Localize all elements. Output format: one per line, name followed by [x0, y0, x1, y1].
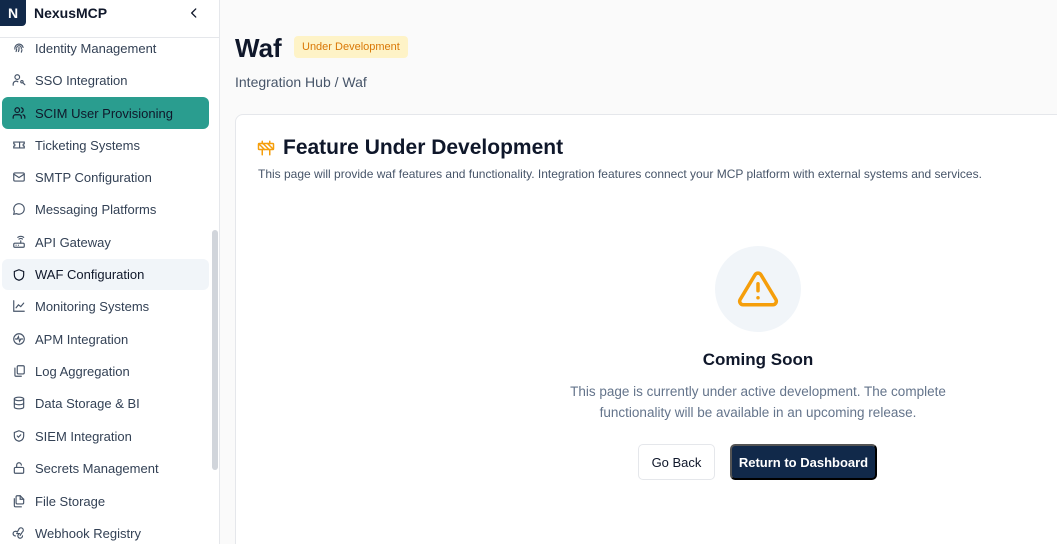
card-description: This page will provide waf features and … — [258, 167, 982, 181]
coming-soon-text-line: functionality will be available in an up… — [599, 405, 917, 420]
status-badge: Under Development — [294, 36, 408, 58]
sidebar-item-label: SIEM Integration — [35, 428, 132, 444]
sidebar-item-label: Data Storage & BI — [35, 395, 140, 411]
sidebar-item-label: SMTP Configuration — [35, 169, 152, 185]
sidebar-item-data-storage-bi[interactable]: Data Storage & BI — [2, 388, 209, 418]
users-icon — [11, 105, 27, 121]
chevron-left-icon — [191, 8, 197, 18]
sidebar-item-label: Secrets Management — [35, 460, 159, 476]
collapse-sidebar-button[interactable] — [184, 3, 204, 23]
coming-soon-text-line: This page is currently under active deve… — [570, 384, 946, 399]
breadcrumb: Integration Hub / Waf — [235, 74, 367, 90]
files-icon — [11, 363, 27, 379]
sidebar-item-file-storage[interactable]: File Storage — [2, 486, 209, 516]
sidebar-item-webhook-registry[interactable]: Webhook Registry — [2, 518, 209, 544]
sidebar-item-label: Messaging Platforms — [35, 201, 157, 217]
sidebar-item-label: Log Aggregation — [35, 363, 130, 379]
sidebar-item-secrets-management[interactable]: Secrets Management — [2, 453, 209, 483]
sidebar-item-identity-management[interactable]: Identity Management — [2, 33, 209, 63]
sidebar-item-messaging-platforms[interactable]: Messaging Platforms — [2, 194, 209, 224]
sidebar-item-log-aggregation[interactable]: Log Aggregation — [2, 356, 209, 386]
message-circle-icon — [11, 201, 27, 217]
sidebar-item-label: Monitoring Systems — [35, 298, 150, 314]
go-back-button[interactable]: Go Back — [638, 444, 715, 480]
brand-logo: N — [0, 0, 26, 26]
sidebar-item-apm-integration[interactable]: APM Integration — [2, 324, 209, 354]
coming-soon-title: Coming Soon — [702, 350, 814, 369]
feature-card: Feature Under Development This page will… — [235, 114, 1057, 544]
ticket-icon — [11, 137, 27, 153]
line-chart-icon — [11, 298, 27, 314]
webhook-icon — [11, 525, 27, 541]
sidebar-item-label: WAF Configuration — [35, 267, 145, 282]
database-icon — [11, 395, 27, 411]
sidebar-item-label: API Gateway — [35, 234, 111, 250]
coming-soon-text: This page is currently under active deve… — [548, 381, 968, 423]
fingerprint-icon — [11, 40, 27, 56]
warning-badge — [715, 246, 801, 332]
sidebar-item-label: SSO Integration — [35, 72, 128, 88]
sidebar: N NexusMCP Identity Management SSO Integ… — [0, 0, 220, 544]
user-key-icon — [11, 72, 27, 88]
page-title: Waf — [235, 33, 282, 63]
sidebar-item-scim-user-provisioning[interactable]: SCIM User Provisioning — [2, 97, 209, 129]
sidebar-item-sso-integration[interactable]: SSO Integration — [2, 65, 209, 95]
construction-icon — [257, 139, 275, 157]
sidebar-item-waf-configuration[interactable]: WAF Configuration — [2, 259, 209, 290]
lock-icon — [11, 460, 27, 476]
sidebar-item-ticketing-systems[interactable]: Ticketing Systems — [2, 130, 209, 160]
sidebar-item-label: APM Integration — [35, 331, 129, 347]
activity-circle-icon — [11, 331, 27, 347]
sidebar-scrollbar[interactable] — [212, 230, 218, 470]
card-title: Feature Under Development — [283, 136, 564, 159]
brand-name: NexusMCP — [34, 5, 108, 21]
sidebar-item-smtp-configuration[interactable]: SMTP Configuration — [2, 162, 209, 192]
shield-check-icon — [11, 428, 27, 444]
router-icon — [11, 234, 27, 250]
sidebar-item-label: SCIM User Provisioning — [35, 105, 173, 121]
shield-icon — [11, 267, 27, 283]
sidebar-item-label: Identity Management — [35, 40, 157, 56]
sidebar-item-monitoring-systems[interactable]: Monitoring Systems — [2, 291, 209, 321]
alert-triangle-icon — [737, 271, 779, 307]
mail-icon — [11, 169, 27, 185]
file-stack-icon — [11, 493, 27, 509]
sidebar-item-label: Webhook Registry — [35, 525, 141, 541]
sidebar-item-label: File Storage — [35, 493, 106, 509]
return-to-dashboard-button[interactable]: Return to Dashboard — [730, 444, 877, 480]
sidebar-item-siem-integration[interactable]: SIEM Integration — [2, 421, 209, 451]
sidebar-item-api-gateway[interactable]: API Gateway — [2, 227, 209, 257]
sidebar-item-label: Ticketing Systems — [35, 137, 140, 153]
